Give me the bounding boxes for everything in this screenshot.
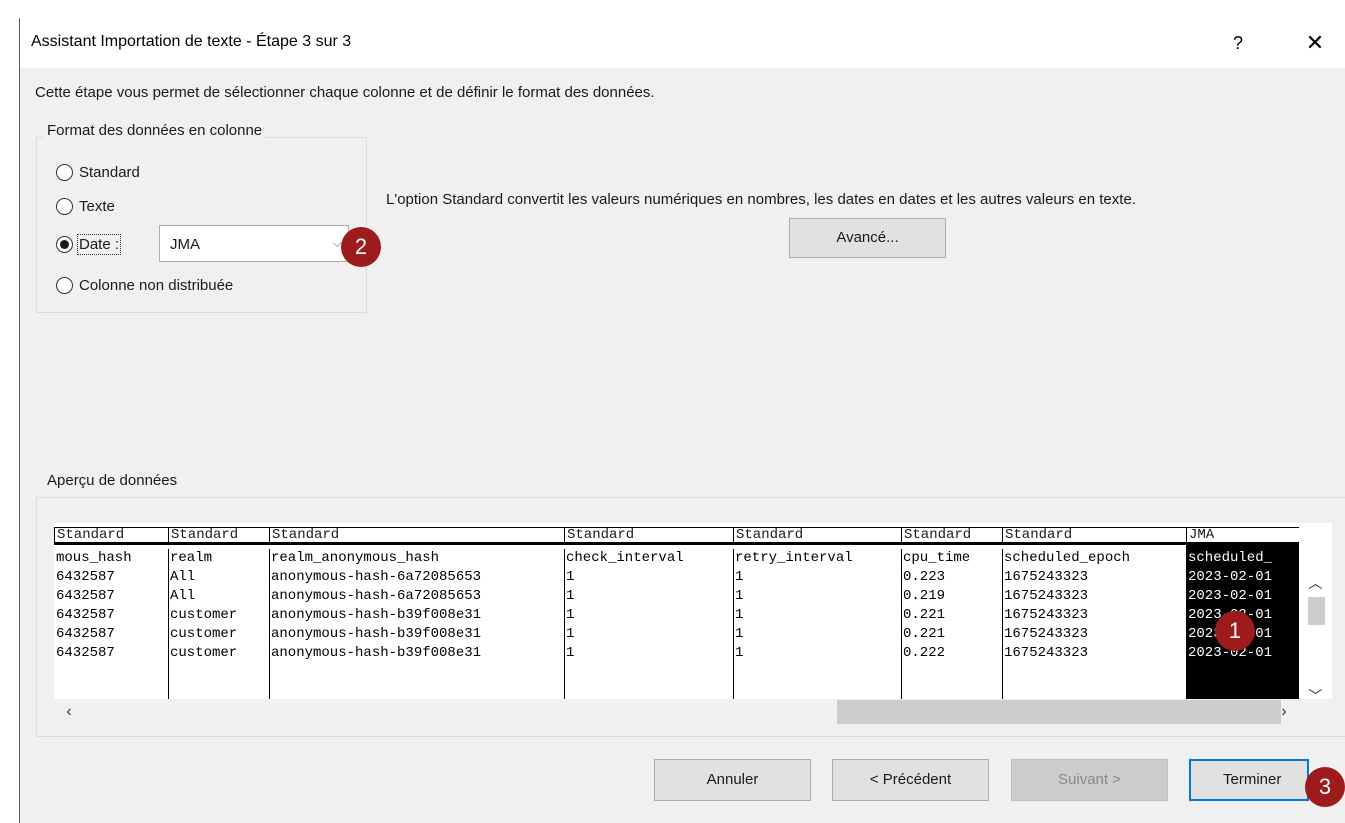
close-icon[interactable]: ✕ [1298, 26, 1332, 60]
table-cell[interactable]: 0.222 [901, 644, 1001, 663]
column-name-cell[interactable]: scheduled_ [1186, 549, 1299, 568]
column-name-cell[interactable]: retry_interval [733, 549, 900, 568]
table-cell[interactable]: 1675243323 [1002, 587, 1185, 606]
scroll-up-icon[interactable]: ︿ [1299, 570, 1332, 596]
callout-badge-2: 2 [341, 227, 381, 267]
finish-button[interactable]: Terminer [1189, 759, 1309, 801]
table-cell[interactable]: 1675243323 [1002, 568, 1185, 587]
column-format-header[interactable]: Standard [54, 527, 169, 545]
radio-standard[interactable]: Standard [56, 160, 140, 184]
format-description: L'option Standard convertit les valeurs … [386, 191, 1136, 208]
column-format-header[interactable]: Standard [564, 527, 734, 545]
radio-date-label[interactable]: Date : [76, 233, 122, 255]
table-cell[interactable]: customer [168, 644, 268, 663]
table-cell[interactable]: anonymous-hash-b39f008e31 [269, 606, 563, 625]
table-cell[interactable]: 1 [733, 606, 900, 625]
table-cell[interactable]: 0.221 [901, 606, 1001, 625]
table-cell[interactable]: 1 [733, 625, 900, 644]
dialog-title: Assistant Importation de texte - Étape 3… [31, 33, 352, 50]
table-cell[interactable]: 1675243323 [1002, 606, 1185, 625]
radio-column-skip-circle[interactable] [56, 276, 73, 294]
table-cell[interactable]: All [168, 587, 268, 606]
column-format-header[interactable]: Standard [901, 527, 1003, 545]
table-cell[interactable]: 1 [564, 606, 732, 625]
column-format-header[interactable]: Standard [168, 527, 270, 545]
table-cell[interactable]: 0.219 [901, 587, 1001, 606]
column-name-cell[interactable]: realm [168, 549, 268, 568]
table-cell[interactable]: anonymous-hash-b39f008e31 [269, 625, 563, 644]
table-cell[interactable]: 1 [733, 587, 900, 606]
horizontal-scrollbar[interactable]: ‹ › [54, 699, 1299, 725]
radio-date[interactable]: Date : [56, 232, 122, 256]
table-cell[interactable]: anonymous-hash-6a72085653 [269, 587, 563, 606]
scroll-right-icon[interactable]: › [1269, 699, 1299, 725]
table-cell[interactable]: 1 [733, 644, 900, 663]
radio-standard-label[interactable]: Standard [79, 164, 140, 181]
previous-button[interactable]: < Précédent [832, 759, 989, 801]
callout-badge-1: 1 [1215, 611, 1255, 651]
table-cell[interactable]: 6432587 [54, 587, 167, 606]
cancel-button[interactable]: Annuler [654, 759, 811, 801]
table-cell[interactable]: 6432587 [54, 606, 167, 625]
vertical-scroll-thumb[interactable] [1308, 597, 1325, 625]
callout-badge-3: 3 [1305, 767, 1345, 807]
table-cell[interactable]: anonymous-hash-6a72085653 [269, 568, 563, 587]
radio-column-skip[interactable]: Colonne non distribuée [56, 273, 233, 297]
table-cell[interactable]: 1 [564, 587, 732, 606]
column-format-header[interactable]: JMA [1186, 527, 1299, 545]
radio-standard-circle[interactable] [56, 163, 73, 181]
radio-text[interactable]: Texte [56, 194, 115, 218]
column-format-header[interactable]: Standard [1002, 527, 1187, 545]
column-name-cell[interactable]: realm_anonymous_hash [269, 549, 563, 568]
preview-columns[interactable]: Standard mous_hash 6432587 6432587 6432587 64… [54, 523, 1299, 699]
title-bar: Assistant Importation de texte - Étape 3… [20, 18, 1345, 68]
table-cell[interactable]: 2023-02-01 [1186, 568, 1299, 587]
column-name-cell[interactable]: mous_hash [54, 549, 167, 568]
radio-date-circle[interactable] [56, 235, 73, 253]
table-cell[interactable]: 6432587 [54, 568, 167, 587]
scroll-left-icon[interactable]: ‹ [54, 699, 84, 725]
vertical-scrollbar[interactable]: ︿ ﹀ [1299, 523, 1332, 704]
help-button[interactable]: ? [1223, 26, 1253, 60]
table-cell[interactable]: 1675243323 [1002, 625, 1185, 644]
table-cell[interactable]: All [168, 568, 268, 587]
date-format-value: JMA [170, 236, 200, 253]
table-cell[interactable]: 1 [564, 644, 732, 663]
horizontal-scroll-thumb[interactable] [837, 700, 1281, 724]
table-cell[interactable]: 2023-02-01 [1186, 587, 1299, 606]
data-preview-legend: Aperçu de données [44, 472, 181, 489]
column-format-header[interactable]: Standard [733, 527, 902, 545]
table-cell[interactable]: 0.223 [901, 568, 1001, 587]
intro-text: Cette étape vous permet de sélectionner … [35, 84, 655, 101]
table-cell[interactable]: 0.221 [901, 625, 1001, 644]
column-name-cell[interactable]: cpu_time [901, 549, 1001, 568]
next-button[interactable]: Suivant > [1011, 759, 1168, 801]
table-cell[interactable]: 6432587 [54, 625, 167, 644]
column-name-cell[interactable]: scheduled_epoch [1002, 549, 1185, 568]
table-cell[interactable]: customer [168, 625, 268, 644]
advanced-button[interactable]: Avancé... [789, 218, 946, 258]
column-format-header[interactable]: Standard [269, 527, 565, 545]
text-import-wizard-dialog: Assistant Importation de texte - Étape 3… [20, 18, 1345, 823]
radio-column-skip-label[interactable]: Colonne non distribuée [79, 277, 233, 294]
table-cell[interactable]: 1 [564, 625, 732, 644]
radio-text-circle[interactable] [56, 197, 73, 215]
radio-text-label[interactable]: Texte [79, 198, 115, 215]
scroll-down-icon[interactable]: ﹀ [1299, 683, 1332, 709]
table-cell[interactable]: 6432587 [54, 644, 167, 663]
date-format-select[interactable]: JMA ⌵ [159, 225, 349, 262]
data-preview-grid[interactable]: Standard mous_hash 6432587 6432587 6432587 64… [54, 523, 1332, 704]
column-name-cell[interactable]: check_interval [564, 549, 732, 568]
table-cell[interactable]: 1 [733, 568, 900, 587]
table-cell[interactable]: anonymous-hash-b39f008e31 [269, 644, 563, 663]
table-cell[interactable]: 1 [564, 568, 732, 587]
table-cell[interactable]: customer [168, 606, 268, 625]
table-cell[interactable]: 1675243323 [1002, 644, 1185, 663]
column-format-legend: Format des données en colonne [44, 122, 266, 139]
